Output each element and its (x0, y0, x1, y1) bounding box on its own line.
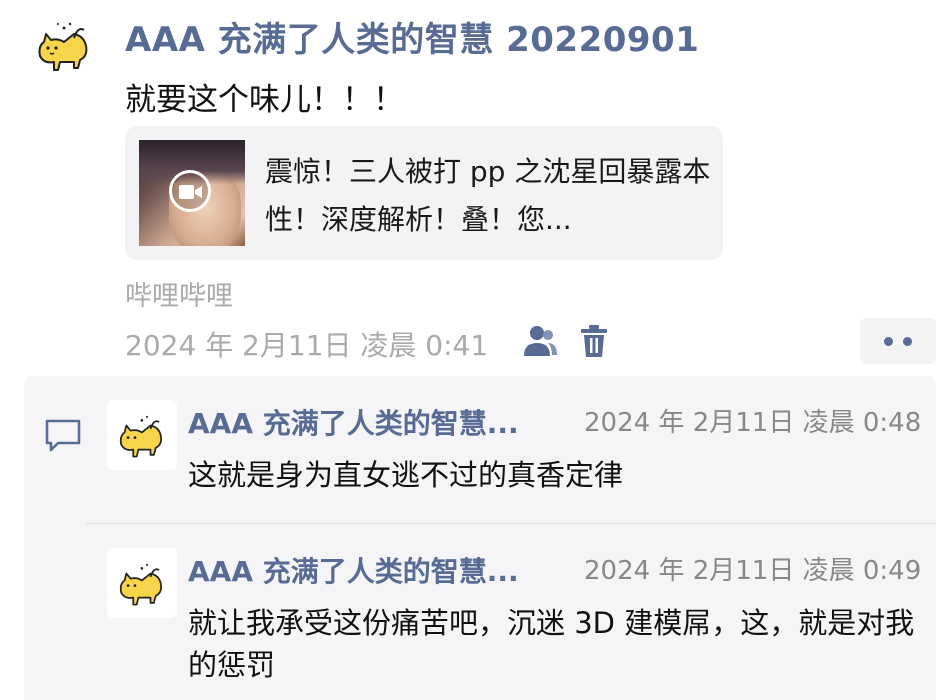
comment-author[interactable]: AAA 充满了人类的智慧... (188, 402, 578, 442)
comment-text[interactable]: 就让我承受这份痛苦吧，沉迷 3D 建模屌，这，就是对我的惩罚 (188, 602, 918, 686)
author-avatar[interactable] (34, 16, 92, 74)
comment-author[interactable]: AAA 充满了人类的智慧... (188, 550, 578, 590)
source-label[interactable]: 哔哩哔哩 (125, 274, 233, 313)
trash-icon[interactable] (580, 324, 608, 358)
comment-avatar[interactable] (107, 400, 177, 470)
comment-divider (86, 523, 936, 524)
moments-post: AAA 充满了人类的智慧 20220901 就要这个味儿！！！ 震惊！三人被打 … (0, 0, 947, 700)
post-timestamp: 2024 年 2月11日 凌晨 0:41 (125, 329, 489, 362)
comment-icon (45, 419, 81, 452)
more-dots-icon[interactable] (860, 318, 936, 364)
video-link-card[interactable]: 震惊！三人被打 pp 之沈星回暴露本性！深度解析！叠！您... (125, 126, 723, 260)
comments-panel: AAA 充满了人类的智慧... 2024 年 2月11日 凌晨 0:48 这就是… (24, 376, 936, 700)
friends-icon[interactable] (522, 324, 558, 358)
cat-avatar-icon (119, 415, 163, 458)
video-play-icon (169, 170, 211, 212)
cat-avatar-icon (119, 563, 163, 606)
post-text: 就要这个味儿！！！ (125, 82, 404, 118)
comment-text[interactable]: 这就是身为直女逃不过的真香定律 (188, 454, 918, 496)
comment-avatar[interactable] (107, 548, 177, 618)
video-thumbnail (139, 140, 245, 246)
cat-avatar-icon (38, 22, 88, 71)
comment-timestamp: 2024 年 2月11日 凌晨 0:49 (584, 556, 922, 586)
link-title: 震惊！三人被打 pp 之沈星回暴露本性！深度解析！叠！您... (265, 155, 711, 236)
comment-timestamp: 2024 年 2月11日 凌晨 0:48 (584, 408, 922, 438)
author-name[interactable]: AAA 充满了人类的智慧 20220901 (125, 12, 699, 61)
